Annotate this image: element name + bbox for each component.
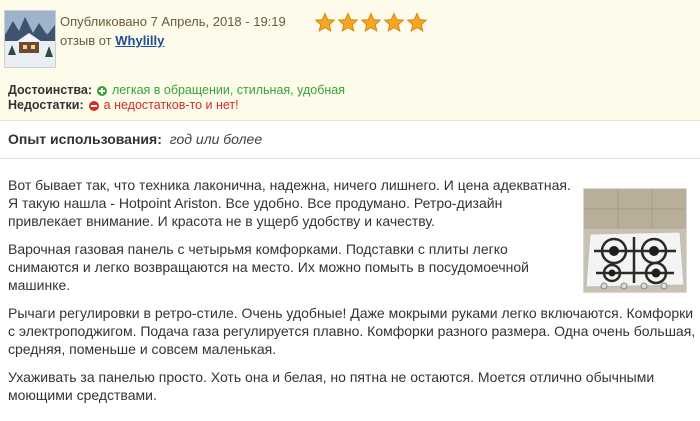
- divider: [0, 158, 700, 159]
- star-icon: [337, 12, 359, 34]
- pros-label: Достоинства:: [8, 83, 93, 97]
- pros-cons: Достоинства: легкая в обращении, стильна…: [8, 83, 345, 113]
- plus-circle-icon: [97, 85, 108, 96]
- star-icon: [360, 12, 382, 34]
- cons-row: Недостатки: а недостатков-то и нет!: [8, 98, 345, 113]
- star-icon: [406, 12, 428, 34]
- experience: Опыт использования: год или более: [8, 131, 262, 147]
- review-body: Вот бывает так, что техника лаконична, н…: [8, 176, 698, 414]
- avatar[interactable]: [4, 10, 56, 68]
- review-card: Опубликовано 7 Апрель, 2018 - 19:19 отзы…: [0, 0, 700, 421]
- star-icon: [383, 12, 405, 34]
- cons-text: а недостатков-то и нет!: [103, 98, 239, 112]
- star-icon: [314, 12, 336, 34]
- review-by-label: отзыв от: [60, 33, 112, 48]
- experience-value: год или более: [169, 131, 263, 147]
- review-paragraph: Ухаживать за панелью просто. Хоть она и …: [8, 369, 655, 403]
- review-paragraph: Вот бывает так, что техника лаконична, н…: [8, 177, 571, 229]
- review-paragraph: Рычаги регулировки в ретро-стиле. Очень …: [8, 305, 696, 357]
- review-paragraph: Варочная газовая панель с четырьмя комфо…: [8, 241, 529, 293]
- cons-label: Недостатки:: [8, 98, 84, 112]
- experience-label: Опыт использования:: [8, 131, 162, 147]
- published-date: Опубликовано 7 Апрель, 2018 - 19:19: [60, 14, 286, 29]
- review-meta: Опубликовано 7 Апрель, 2018 - 19:19 отзы…: [60, 13, 286, 49]
- review-header: Опубликовано 7 Апрель, 2018 - 19:19 отзы…: [0, 0, 700, 121]
- pros-row: Достоинства: легкая в обращении, стильна…: [8, 83, 345, 98]
- author-line: отзыв от Whylilly: [60, 32, 286, 49]
- minus-circle-icon: [88, 100, 99, 111]
- author-link[interactable]: Whylilly: [115, 33, 164, 48]
- pros-text: легкая в обращении, стильная, удобная: [112, 83, 345, 97]
- rating-stars: [314, 12, 428, 34]
